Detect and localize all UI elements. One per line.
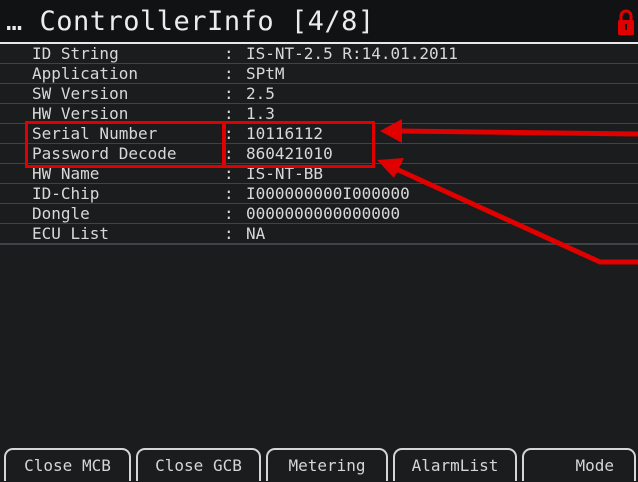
info-row-id-chip: ID-Chip : I000000000I000000 (0, 184, 638, 204)
row-value: I000000000I000000 (246, 184, 410, 203)
info-row-sw-version: SW Version : 2.5 (0, 84, 638, 104)
row-separator: : (224, 184, 234, 203)
row-value: NA (246, 224, 266, 243)
metering-button[interactable]: Metering (266, 448, 388, 481)
info-row-ecu-list: ECU List : NA (0, 224, 638, 244)
row-label: SW Version (32, 84, 129, 103)
alarmlist-button[interactable]: AlarmList (393, 448, 517, 481)
row-separator: : (224, 84, 234, 103)
row-label: ID-Chip (32, 184, 100, 203)
info-row-application: Application : SPtM (0, 64, 638, 84)
screen-title: … ControllerInfo [4/8] (6, 6, 375, 37)
info-row-id-string: ID String : IS-NT-2.5 R:14.01.2011 (0, 44, 638, 64)
mode-button[interactable]: Mode (522, 448, 636, 481)
row-separator: : (224, 64, 234, 83)
row-label: ID String (32, 44, 119, 63)
row-separator: : (224, 44, 234, 63)
screen-header: … ControllerInfo [4/8] (0, 0, 638, 44)
highlight-box-values (222, 121, 375, 168)
table-divider (0, 244, 638, 245)
row-separator: : (224, 204, 234, 223)
row-label: Application (32, 64, 138, 83)
row-label: Dongle (32, 204, 90, 223)
row-value: 2.5 (246, 84, 275, 103)
info-row-dongle: Dongle : 0000000000000000 (0, 204, 638, 224)
close-gcb-button[interactable]: Close GCB (136, 448, 261, 481)
lock-icon (618, 9, 634, 35)
close-mcb-button[interactable]: Close MCB (4, 448, 131, 481)
row-value: 0000000000000000 (246, 204, 401, 223)
softkey-bar: Close MCB Close GCB Metering AlarmList M… (0, 448, 638, 481)
row-value: SPtM (246, 64, 285, 83)
row-value: IS-NT-2.5 R:14.01.2011 (246, 44, 458, 63)
row-separator: : (224, 224, 234, 243)
row-label: ECU List (32, 224, 110, 243)
highlight-box-labels (25, 121, 226, 168)
